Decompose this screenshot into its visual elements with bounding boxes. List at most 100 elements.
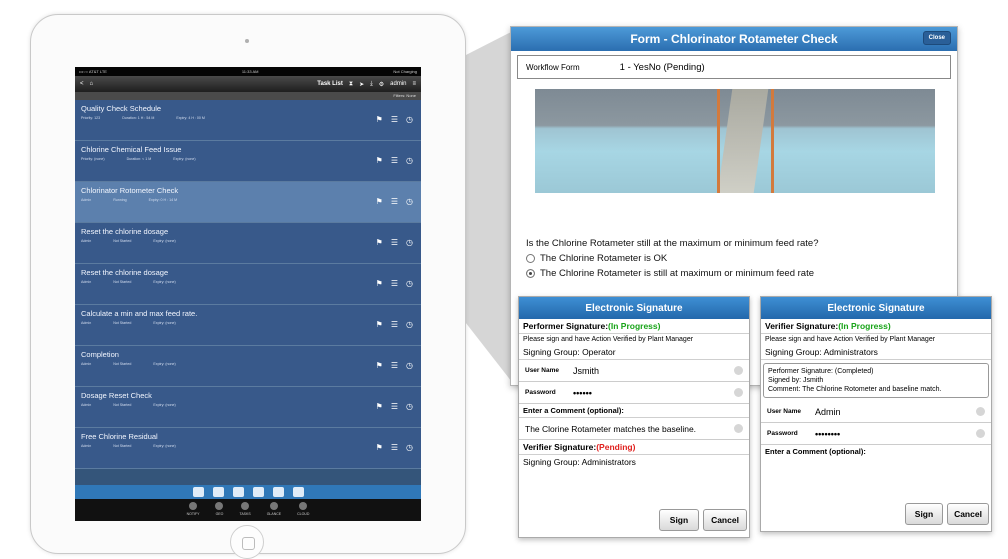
list-icon[interactable]: ☰ (391, 320, 398, 329)
send-icon[interactable]: ➤ (359, 81, 364, 88)
list-icon[interactable]: ☰ (391, 156, 398, 165)
performer-signature-row: Performer Signature:(In Progress) (519, 319, 749, 334)
list-icon[interactable]: ☰ (391, 361, 398, 370)
clock-icon[interactable]: ◷ (406, 115, 413, 124)
password-field[interactable]: Password •••••••• (761, 423, 991, 445)
flag-icon[interactable]: ⚑ (376, 279, 383, 288)
tab-item[interactable]: CLOUD (297, 502, 309, 516)
option-max-min[interactable]: The Chlorine Rotameter is still at maxim… (526, 268, 814, 279)
task-name: Dosage Reset Check (81, 391, 152, 400)
clock-icon[interactable]: ◷ (406, 238, 413, 247)
download-icon[interactable]: ⤓ (370, 81, 373, 88)
workflow-label: Workflow Form (526, 62, 580, 72)
task-row[interactable]: Chlorine Chemical Feed Issue Priority: (n… (75, 141, 421, 182)
radio-selected-icon[interactable] (526, 269, 535, 278)
clock-icon[interactable]: ◷ (406, 279, 413, 288)
sign-button[interactable]: Sign (905, 503, 943, 525)
task-row[interactable]: Calculate a min and max feed rate. Admin N… (75, 305, 421, 346)
clock: 11:33 AM (241, 69, 259, 74)
bottom-bar: NOTIFY GEO TASKS GLANCE CLOUD (75, 485, 421, 521)
comment-label: Enter a Comment (optional): (765, 447, 866, 456)
task-row[interactable]: Quality Check Schedule Priority: 123 Durat… (75, 100, 421, 141)
list-icon[interactable]: ☰ (391, 402, 398, 411)
tool-icon[interactable] (232, 487, 244, 497)
task-row[interactable]: Completion Admin Not Started Expiry: (none)… (75, 346, 421, 387)
clear-icon[interactable] (734, 366, 743, 375)
cancel-button[interactable]: Cancel (703, 509, 747, 531)
flag-icon[interactable]: ⚑ (376, 361, 383, 370)
tab-item[interactable]: TASKS (239, 502, 251, 516)
task-meta-2: Running (113, 198, 127, 202)
flag-icon[interactable]: ⚑ (376, 156, 383, 165)
user-label[interactable]: admin (390, 81, 406, 87)
task-meta-1: Admin (81, 444, 92, 448)
clock-icon[interactable]: ◷ (406, 443, 413, 452)
clock-icon[interactable]: ◷ (406, 156, 413, 165)
comment-field[interactable]: The Clorine Rotameter matches the baseli… (519, 418, 749, 440)
close-button[interactable]: Close (922, 31, 951, 45)
task-name: Reset the chlorine dosage (81, 227, 169, 236)
tool-icon[interactable] (292, 487, 304, 497)
tool-icon[interactable] (192, 487, 204, 497)
clock-icon[interactable]: ◷ (406, 320, 413, 329)
tab-item[interactable]: GEO (215, 502, 224, 516)
task-meta-3: Expiry: (none) (153, 362, 176, 366)
sign-button[interactable]: Sign (659, 509, 699, 531)
list-icon[interactable]: ☰ (391, 197, 398, 206)
tab-label: NOTIFY (186, 512, 200, 516)
list-icon[interactable]: ☰ (391, 279, 398, 288)
task-meta: Admin Running Expiry: 0 H : 14 M (81, 198, 415, 202)
clear-icon[interactable] (734, 388, 743, 397)
clear-icon[interactable] (734, 424, 743, 433)
filter-bar[interactable]: Filters: None (75, 92, 421, 100)
hourglass-icon[interactable]: ⧗ (349, 81, 353, 88)
flag-icon[interactable]: ⚑ (376, 238, 383, 247)
workflow-select[interactable]: Workflow Form 1 - YesNo (Pending) (517, 55, 951, 79)
flag-icon[interactable]: ⚑ (376, 320, 383, 329)
list-icon[interactable]: ☰ (391, 443, 398, 452)
list-icon[interactable]: ☰ (391, 115, 398, 124)
signing-group: Signing Group: Administrators (761, 345, 991, 360)
task-icons: ⚑ ☰ ◷ (376, 156, 413, 165)
flag-icon[interactable]: ⚑ (376, 443, 383, 452)
task-row[interactable]: Dosage Reset Check Admin Not Started Expiry… (75, 387, 421, 428)
flag-icon[interactable]: ⚑ (376, 115, 383, 124)
clear-icon[interactable] (976, 429, 985, 438)
task-row[interactable]: Reset the chlorine dosage Admin Not Starte… (75, 223, 421, 264)
flag-icon[interactable]: ⚑ (376, 197, 383, 206)
clock-icon[interactable]: ◷ (406, 361, 413, 370)
radio-icon[interactable] (526, 254, 535, 263)
clock-icon[interactable]: ◷ (406, 402, 413, 411)
tab-label: CLOUD (297, 512, 310, 516)
back-button[interactable]: < (80, 81, 84, 87)
verifier-label: Verifier Signature: (765, 321, 839, 331)
cancel-button[interactable]: Cancel (947, 503, 989, 525)
menu-icon[interactable]: ≡ (412, 81, 416, 87)
password-label: Password (525, 389, 556, 396)
task-meta: Admin Not Started Expiry: (none) (81, 321, 415, 325)
tab-item[interactable]: GLANCE (267, 502, 281, 516)
task-meta-3: Expiry: (none) (153, 239, 176, 243)
list-icon[interactable]: ☰ (391, 238, 398, 247)
home-icon[interactable]: ⌂ (90, 81, 94, 87)
task-name: Reset the chlorine dosage (81, 268, 169, 277)
toolbar (75, 485, 421, 499)
username-field[interactable]: User Name Jsmith (519, 360, 749, 382)
option-ok[interactable]: The Chlorine Rotameter is OK (526, 253, 667, 264)
tool-icon[interactable] (272, 487, 284, 497)
home-button[interactable] (230, 525, 264, 559)
tool-icon[interactable] (252, 487, 264, 497)
task-row[interactable]: Chlorinator Rotometer Check Admin Running E… (75, 182, 421, 223)
task-row[interactable]: Reset the chlorine dosage Admin Not Starte… (75, 264, 421, 305)
task-row[interactable]: Free Chlorine Residual Admin Not Started Ex… (75, 428, 421, 469)
clear-icon[interactable] (976, 407, 985, 416)
password-field[interactable]: Password •••••• (519, 382, 749, 404)
task-meta-1: Admin (81, 321, 92, 325)
username-field[interactable]: User Name Admin (761, 401, 991, 423)
tab-item[interactable]: NOTIFY (186, 502, 200, 516)
clock-icon[interactable]: ◷ (406, 197, 413, 206)
signature-note: Please sign and have Action Verified by … (765, 336, 936, 343)
flag-icon[interactable]: ⚑ (376, 402, 383, 411)
gear-icon[interactable]: ⚙ (379, 81, 384, 88)
tool-icon[interactable] (212, 487, 224, 497)
